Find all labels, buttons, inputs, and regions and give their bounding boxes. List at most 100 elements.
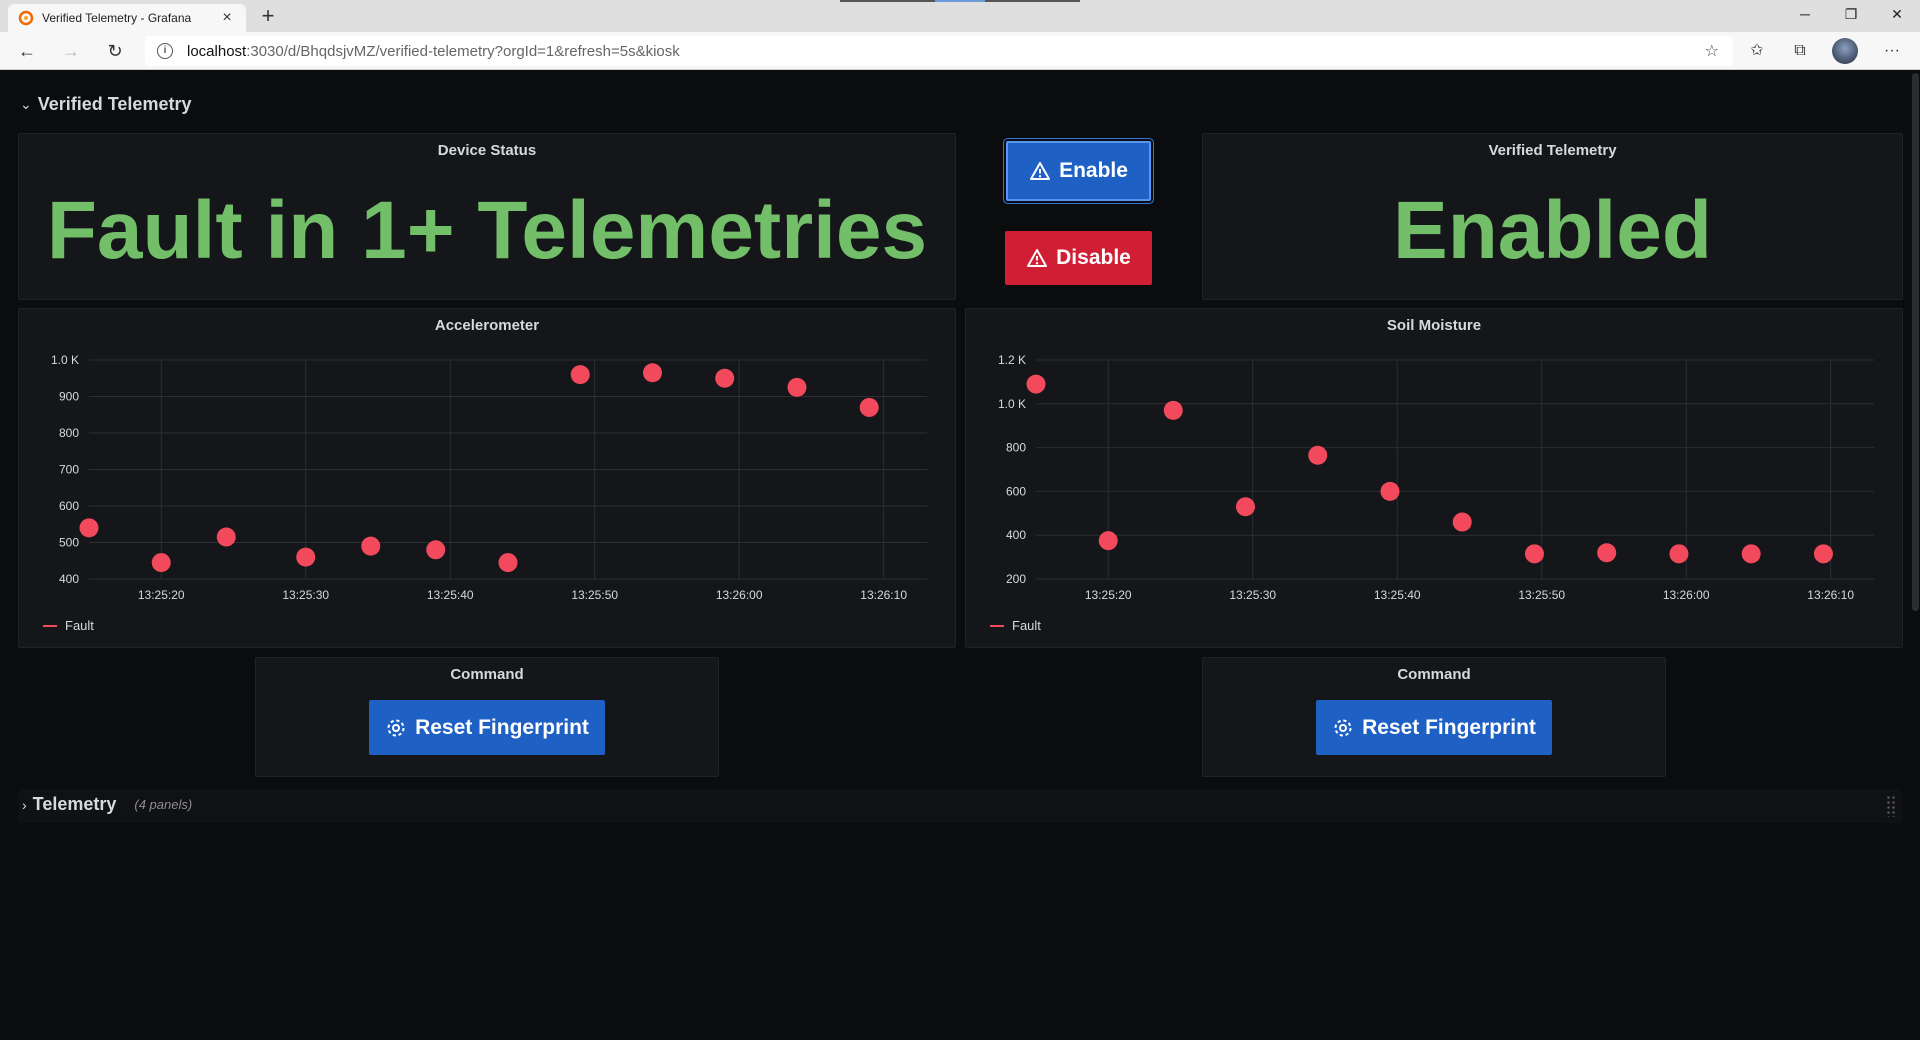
enable-label: Enable (1059, 159, 1128, 182)
data-point (1308, 445, 1328, 465)
x-tick-label: 13:26:00 (1663, 588, 1710, 602)
data-point (715, 368, 735, 388)
tab-close-icon[interactable]: × (218, 9, 236, 27)
favorites-icon[interactable]: ✩ (1743, 38, 1771, 64)
window-drag-strip-accent (935, 0, 985, 2)
reset-fingerprint-button[interactable]: Reset Fingerprint (1316, 700, 1552, 755)
more-menu-icon[interactable]: ··· (1878, 38, 1906, 64)
data-point (1524, 544, 1544, 564)
scatter-chart: 400 500 600 700 800 900 1.0 K 13:25:20 13:25:30 1… (51, 353, 927, 602)
panel-title: Device Status (437, 142, 537, 159)
forward-icon[interactable]: → (56, 37, 86, 65)
data-point (151, 553, 171, 573)
browser-nav-bar: ← → ↻ i localhost :3030/d/BhqdsjvMZ/veri… (0, 32, 1920, 70)
x-tick-label: 13:25:30 (1229, 588, 1276, 602)
y-tick-label: 800 (1006, 441, 1026, 455)
command-panel-right: Command Reset Fingerprint (1202, 657, 1666, 777)
data-point (1026, 374, 1046, 394)
device-status-value: Fault in 1+ Telemetries (46, 185, 928, 276)
site-info-icon[interactable]: i (157, 43, 173, 59)
reset-fingerprint-label: Reset Fingerprint (415, 715, 589, 739)
scrollbar[interactable] (1910, 71, 1920, 1040)
browser-tab[interactable]: Verified Telemetry - Grafana × (8, 4, 246, 32)
data-point (1741, 544, 1761, 564)
x-tick-label: 13:25:40 (1374, 588, 1421, 602)
row-header-verified-telemetry[interactable]: ⌄ Verified Telemetry (20, 94, 191, 115)
back-icon[interactable]: ← (12, 37, 42, 65)
row-header-telemetry[interactable]: › Telemetry (4 panels) (22, 794, 192, 815)
data-point (1236, 497, 1255, 517)
chevron-right-icon: › (22, 796, 27, 813)
legend-label: Fault (1012, 618, 1041, 633)
y-tick-label: 900 (59, 390, 79, 404)
collections-icon[interactable]: ⧉ (1786, 38, 1814, 64)
scatter-chart: 200 400 600 800 1.0 K 1.2 K 13:25:20 13:25:30 13… (998, 353, 1874, 602)
warning-icon (1027, 249, 1048, 267)
gear-icon (387, 719, 405, 736)
y-tick-label: 600 (59, 499, 79, 513)
scrollbar-thumb[interactable] (1912, 73, 1919, 611)
chart-legend[interactable]: Fault (990, 618, 1041, 633)
address-bar[interactable]: i localhost :3030/d/BhqdsjvMZ/verified-t… (145, 36, 1733, 66)
restore-icon[interactable]: ❐ (1828, 0, 1874, 30)
data-point (296, 547, 316, 567)
data-point (1163, 400, 1183, 420)
profile-avatar[interactable] (1832, 38, 1858, 64)
drag-handle-icon[interactable] (1886, 795, 1896, 817)
verified-telemetry-panel: Verified Telemetry Enabled (1202, 133, 1903, 300)
legend-swatch (43, 624, 57, 627)
data-point (787, 377, 807, 397)
data-point (361, 536, 381, 556)
data-point (79, 518, 99, 538)
y-tick-label: 200 (1006, 572, 1026, 586)
close-window-icon[interactable]: ✕ (1874, 0, 1920, 30)
data-point (1380, 481, 1400, 501)
y-tick-label: 700 (59, 463, 79, 477)
x-tick-label: 13:26:10 (860, 588, 907, 602)
disable-label: Disable (1056, 246, 1131, 269)
add-favorite-icon[interactable]: ☆ (1705, 41, 1719, 61)
grafana-dashboard: ⌄ Verified Telemetry Device Status Fault… (0, 71, 1920, 1040)
panel-title: Command (450, 666, 524, 683)
panel-title: Verified Telemetry (1488, 142, 1617, 159)
y-tick-label: 1.0 K (998, 397, 1026, 411)
y-tick-label: 1.2 K (998, 353, 1026, 367)
x-tick-label: 13:25:20 (138, 588, 185, 602)
minimize-icon[interactable]: ─ (1782, 0, 1828, 30)
grafana-favicon-icon (18, 10, 34, 26)
disable-button[interactable]: Disable (1005, 231, 1152, 285)
row-telemetry[interactable]: › Telemetry (4 panels) (18, 789, 1902, 823)
chart-legend[interactable]: Fault (43, 618, 94, 633)
enable-button[interactable]: Enable (1006, 141, 1151, 201)
device-status-panel: Device Status Fault in 1+ Telemetries (18, 133, 956, 300)
data-point (1669, 544, 1689, 564)
legend-label: Fault (65, 618, 94, 633)
data-point (859, 397, 879, 417)
reset-fingerprint-label: Reset Fingerprint (1362, 715, 1536, 739)
accelerometer-panel: 400 500 600 700 800 900 1.0 K 13:25:20 13:25:30 1… (18, 308, 956, 648)
data-point (642, 363, 662, 383)
verified-telemetry-value: Enabled (1393, 185, 1712, 276)
data-point (1098, 531, 1118, 551)
x-tick-label: 13:25:20 (1085, 588, 1132, 602)
data-point (426, 540, 446, 560)
x-tick-label: 13:25:50 (1518, 588, 1565, 602)
y-tick-label: 800 (59, 426, 79, 440)
tab-title: Verified Telemetry - Grafana (42, 11, 192, 25)
y-tick-label: 400 (1006, 528, 1026, 542)
x-tick-label: 13:25:50 (571, 588, 618, 602)
y-tick-label: 500 (59, 536, 79, 550)
row-panel-count: (4 panels) (134, 797, 193, 812)
refresh-icon[interactable]: ↻ (100, 37, 130, 65)
new-tab-icon[interactable]: + (254, 4, 282, 28)
url-path: :3030/d/BhqdsjvMZ/verified-telemetry?org… (246, 42, 680, 60)
browser-tab-bar: Verified Telemetry - Grafana × + ─ ❐ ✕ (0, 0, 1920, 32)
reset-fingerprint-button[interactable]: Reset Fingerprint (369, 700, 605, 755)
data-point (1813, 544, 1833, 564)
y-tick-label: 400 (59, 572, 79, 586)
command-panel-left: Command Reset Fingerprint (255, 657, 719, 777)
row-title: Telemetry (32, 794, 117, 814)
panel-title: Command (1397, 666, 1471, 683)
row-title: Verified Telemetry (37, 94, 192, 114)
x-tick-label: 13:25:40 (427, 588, 474, 602)
